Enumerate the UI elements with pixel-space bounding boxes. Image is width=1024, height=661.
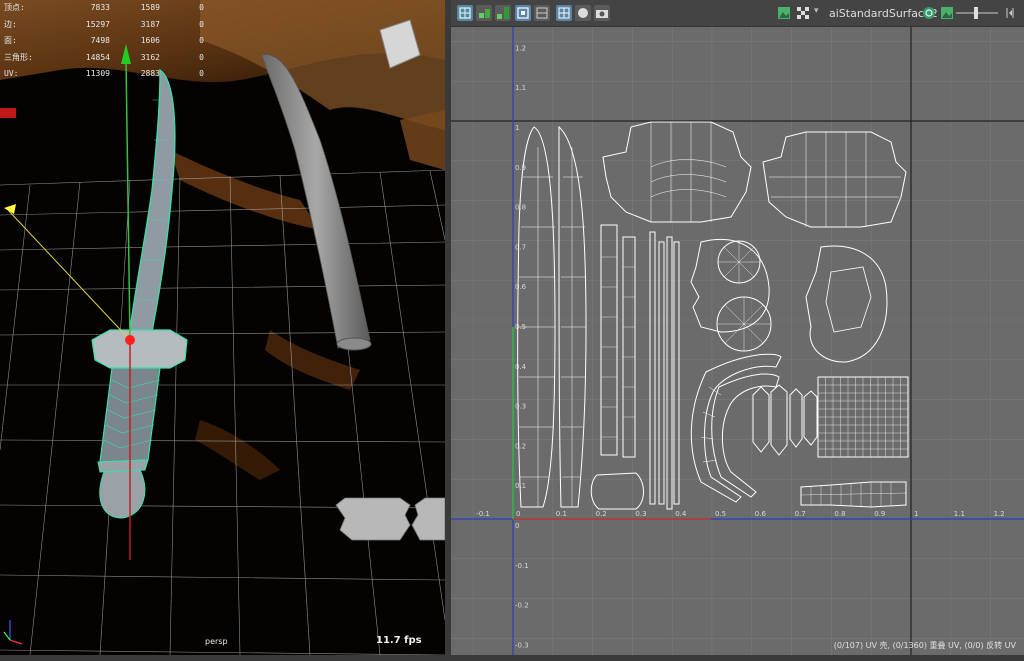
x-tick-label: 0.5 (715, 510, 726, 518)
y-tick-label: 0.4 (515, 363, 527, 371)
camera-icon[interactable] (594, 5, 610, 21)
uv-shell-grip-strip (600, 224, 618, 456)
uv-shell-icon[interactable] (457, 5, 473, 21)
uv-shell-pommel (590, 472, 644, 510)
uv-shell-status: (0/107) UV 壳, (0/1360) 重叠 UV, (0/0) 反转 U… (833, 641, 1016, 650)
uv-editor-panel: ▾ aiStandardSurface2 -0.1 0 0.1 0.2 0.3 0.4 0.… (451, 0, 1024, 655)
camera-name-label: persp (205, 637, 228, 646)
x-tick-label: 1.1 (954, 510, 965, 518)
y-tick-label: -0.1 (515, 562, 529, 570)
y-tick-label: 0 (515, 522, 519, 530)
y-tick-label: 1.1 (515, 84, 526, 92)
uv-shell-diamond (752, 386, 770, 453)
y-tick-label: 1 (515, 124, 519, 132)
x-tick-label: 0.7 (795, 510, 806, 518)
grid-icon[interactable] (556, 5, 572, 21)
y-tick-label: 0.6 (515, 283, 527, 291)
checker-display-icon[interactable] (534, 5, 550, 21)
uv-shell-grip-strip (673, 241, 680, 505)
uv-shell-diamond (770, 384, 788, 456)
move-icon[interactable] (476, 5, 492, 21)
y-tick-label: 0.8 (515, 204, 526, 212)
y-tick-label: 0.2 (515, 442, 526, 450)
perspective-viewport[interactable]: 顶点: 7833 1589 0 边: 15297 3187 0 面: 7498 1606 0 三角… (0, 0, 445, 655)
hud-row: 三角形: 14854 3162 0 (4, 52, 204, 62)
sword-mesh-selected (91, 68, 188, 519)
y-tick-label: 0.3 (515, 403, 526, 411)
y-tick-label: 0.7 (515, 243, 526, 251)
axis-triad (3, 620, 23, 645)
x-tick-label: 1 (914, 510, 918, 518)
uv-shells (517, 121, 909, 510)
x-tick-label: 0.8 (834, 510, 845, 518)
hud-row: 顶点: 7833 1589 0 (4, 3, 204, 12)
x-tick-label: 0.4 (675, 510, 687, 518)
x-tick-label: 0.6 (755, 510, 767, 518)
x-tick-label: -0.1 (476, 510, 490, 518)
x-tick-label: 0.9 (874, 510, 885, 518)
bottom-edge-strip (0, 655, 1024, 661)
y-tick-label: -0.3 (515, 641, 529, 649)
uv-shell-grip-strip (658, 241, 665, 505)
texture-icon[interactable] (921, 5, 937, 21)
uv-guard-wire (650, 122, 901, 227)
uv-shell-guard-top-a (602, 121, 752, 223)
x-tick-label: 0.2 (596, 510, 607, 518)
uv-texture-space[interactable]: -0.1 0 0.1 0.2 0.3 0.4 0.5 0.6 0.7 0.8 0.9 1 1.1 1.2 … (451, 27, 1024, 655)
floor-grid (0, 169, 445, 655)
checker-icon[interactable] (795, 5, 811, 21)
snap-icon[interactable] (495, 5, 511, 21)
uv-shell-arc (690, 353, 782, 503)
image-icon[interactable] (776, 5, 792, 21)
x-tick-label: 0 (516, 510, 520, 518)
chevron-down-icon[interactable]: ▾ (814, 6, 819, 16)
uv-editor-toolbar: ▾ aiStandardSurface2 (451, 0, 1024, 27)
exposure-slider[interactable] (956, 7, 998, 19)
uv-shell-blade-right (558, 125, 587, 508)
uv-shell-tsuba-inner (825, 266, 872, 333)
y-tick-label: 1.2 (515, 44, 526, 52)
x-tick-labels: -0.1 0 0.1 0.2 0.3 0.4 0.5 0.6 0.7 0.8 0.9 1 1.1 1.2 (476, 510, 1005, 518)
uv-shell-diamond (803, 390, 818, 446)
exposure-icon[interactable] (939, 5, 955, 21)
uv-shell-grip-strip (622, 236, 636, 458)
gamma-icon[interactable] (1002, 5, 1018, 21)
uv-arc-segments (700, 386, 722, 463)
poly-count-hud: 顶点: 7833 1589 0 边: 15297 3187 0 面: 7498 1606 0 三角… (4, 0, 204, 83)
shaded-icon[interactable] (575, 5, 591, 21)
uv-shell-guard-top-b (762, 131, 907, 228)
y-tick-label: -0.2 (515, 602, 529, 610)
viewport-scene (0, 0, 445, 655)
uv-grip-wire (601, 256, 635, 438)
uv-canvas: -0.1 0 0.1 0.2 0.3 0.4 0.5 0.6 0.7 0.8 0.9 1 1.1 1.2 … (451, 27, 1024, 655)
x-tick-label: 0.1 (556, 510, 567, 518)
uv-shell-grip-strip (666, 236, 673, 510)
isolate-icon[interactable] (515, 5, 531, 21)
x-tick-label: 1.2 (994, 510, 1005, 518)
guard-pieces (335, 497, 445, 541)
uv-shell-grip-strip (649, 231, 656, 505)
hud-row: UV: 11309 2883 0 (4, 69, 204, 78)
y-tick-label: 0.9 (515, 164, 526, 172)
uv-shell-tsuba-ring (805, 245, 888, 363)
hud-row: 边: 15297 3187 0 (4, 19, 204, 29)
fps-readout: 11.7 fps (376, 635, 422, 646)
uv-disc-wire (717, 241, 771, 351)
hud-row: 面: 7498 1606 0 (4, 36, 204, 45)
x-tick-label: 0.3 (635, 510, 646, 518)
